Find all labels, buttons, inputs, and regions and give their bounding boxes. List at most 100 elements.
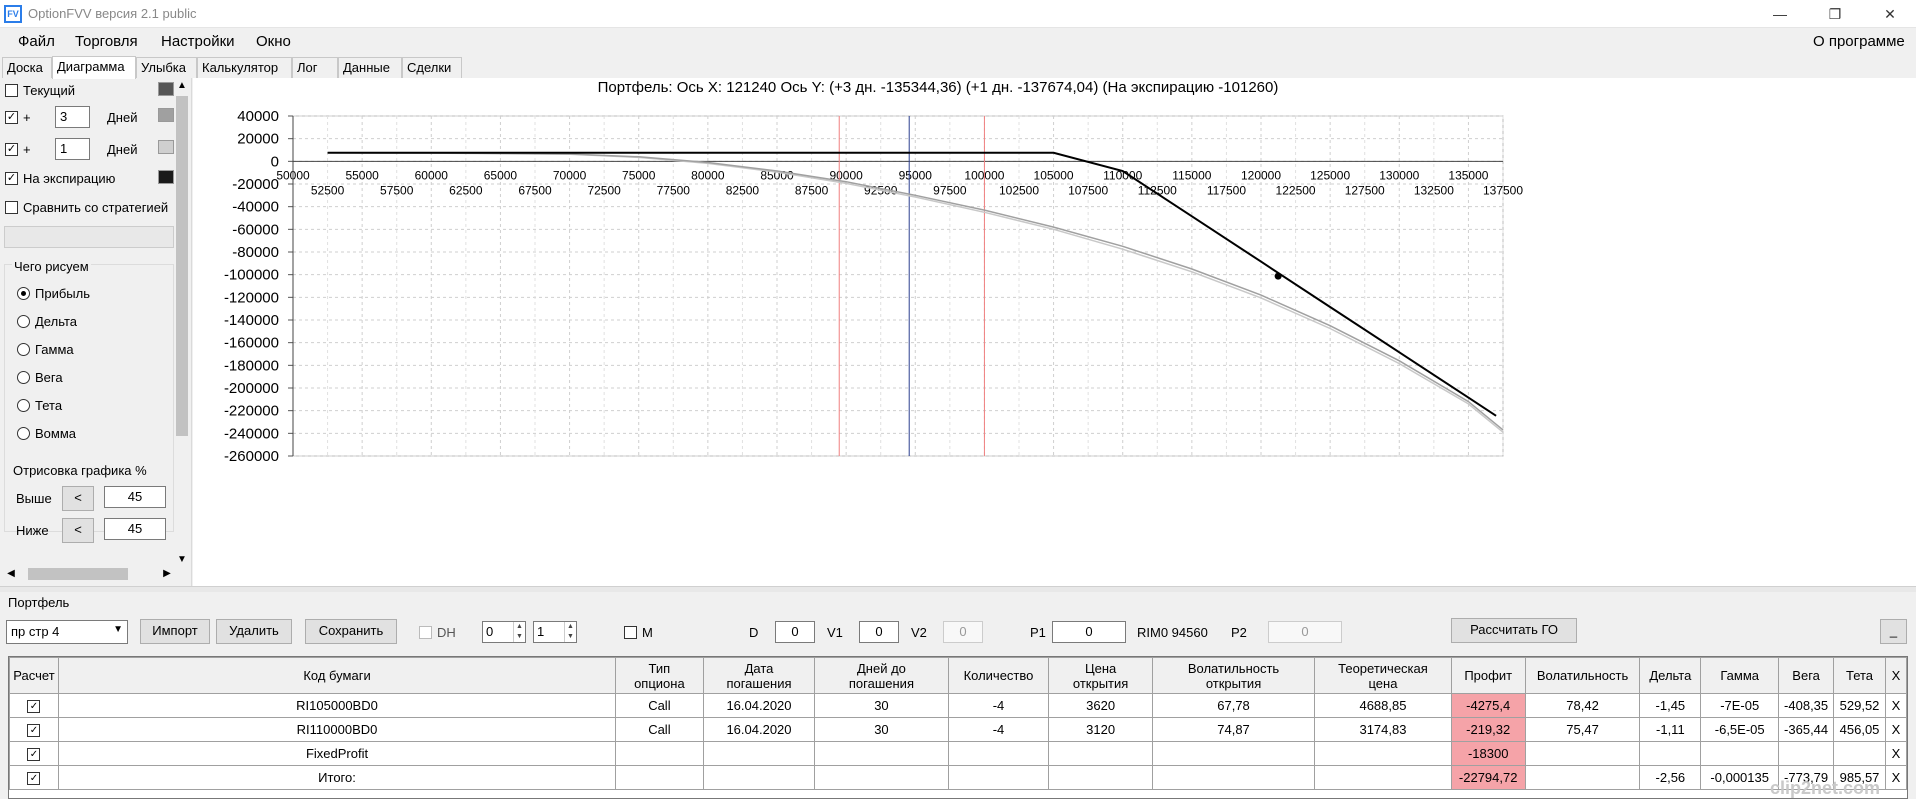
days2-input[interactable]: 1 xyxy=(55,138,90,160)
menu-window[interactable]: Окно xyxy=(256,33,291,50)
column-header-days-to-expiry[interactable]: Дней до погашения xyxy=(814,657,949,694)
m-checkbox[interactable] xyxy=(624,626,637,639)
days2-checkbox[interactable]: ✓ xyxy=(5,143,18,156)
d-input[interactable]: 0 xyxy=(775,621,815,643)
days1-color-swatch[interactable] xyxy=(158,108,174,122)
table-row[interactable]: ✓ RI105000BD0 Call 16.04.2020 30 -4 3620 67,78 4… xyxy=(9,693,1907,718)
import-button[interactable]: Импорт xyxy=(140,619,210,644)
menu-file[interactable]: Файл xyxy=(18,33,55,50)
below-decrease-button[interactable]: < xyxy=(62,518,94,543)
render-percent-title: Отрисовка графика % xyxy=(13,463,147,478)
table-row[interactable]: ✓ RI110000BD0 Call 16.04.2020 30 -4 3120 74,87 3… xyxy=(9,717,1907,742)
days1-input[interactable]: 3 xyxy=(55,106,90,128)
expiry-checkbox[interactable]: ✓ xyxy=(5,172,18,185)
tab-data[interactable]: Данные xyxy=(338,57,402,78)
column-header-open-volatility[interactable]: Волатильность открытия xyxy=(1151,657,1316,694)
cell-x[interactable]: X xyxy=(1884,717,1907,742)
current-checkbox[interactable] xyxy=(5,84,18,97)
p1-input[interactable]: 0 xyxy=(1052,621,1126,643)
column-header-vega[interactable]: Вега xyxy=(1778,657,1835,694)
column-header-profit[interactable]: Профит xyxy=(1450,657,1526,694)
row-calc-cell[interactable]: ✓ xyxy=(9,693,59,718)
tab-log[interactable]: Лог xyxy=(292,57,338,78)
minimize-window-button[interactable]: — xyxy=(1760,2,1800,26)
table-row[interactable]: ✓ Итого: -22794,72 -2,56 -0,000135 -773,79 985… xyxy=(9,765,1907,790)
column-header-gamma[interactable]: Гамма xyxy=(1700,657,1780,694)
row-calc-checkbox[interactable]: ✓ xyxy=(27,772,41,786)
column-header-code[interactable]: Код бумаги xyxy=(57,657,617,694)
v2-input[interactable]: 0 xyxy=(943,621,983,643)
menu-settings[interactable]: Настройки xyxy=(161,33,235,50)
cell-x[interactable]: X xyxy=(1884,765,1907,790)
tab-smile[interactable]: Улыбка xyxy=(136,57,197,78)
scroll-down-icon[interactable]: ▼ xyxy=(174,552,190,568)
horizontal-scroll-thumb[interactable] xyxy=(28,568,128,580)
cell-x[interactable]: X xyxy=(1884,741,1907,766)
column-header-volatility[interactable]: Волатильность xyxy=(1524,657,1641,694)
column-header-quantity[interactable]: Количество xyxy=(947,657,1050,694)
collapse-portfolio-button[interactable]: _ xyxy=(1880,619,1907,644)
left-panel-vertical-scrollbar[interactable]: ▲ ▼ xyxy=(174,78,190,568)
calculate-margin-button[interactable]: Рассчитать ГО xyxy=(1451,618,1577,643)
delete-button[interactable]: Удалить xyxy=(216,619,292,644)
column-header-delta[interactable]: Дельта xyxy=(1639,657,1702,694)
column-header-calc[interactable]: Расчет xyxy=(9,657,59,694)
row-calc-checkbox[interactable]: ✓ xyxy=(27,700,41,714)
table-row[interactable]: ✓ FixedProfit -18300 X xyxy=(9,741,1907,766)
radio-gamma[interactable] xyxy=(17,343,30,356)
radio-vomma[interactable] xyxy=(17,427,30,440)
tab-calculator[interactable]: Калькулятор xyxy=(197,57,292,78)
spin1-arrows-icon[interactable]: ▲ ▼ xyxy=(513,622,525,642)
days2-color-swatch[interactable] xyxy=(158,140,174,154)
p2-input[interactable]: 0 xyxy=(1268,621,1342,643)
cell-price xyxy=(1048,741,1153,766)
compare-checkbox[interactable] xyxy=(5,201,18,214)
column-header-theoretical-price[interactable]: Теоретическая цена xyxy=(1314,657,1452,694)
menu-trading[interactable]: Торговля xyxy=(75,33,138,50)
tab-board[interactable]: Доска xyxy=(2,57,52,78)
row-calc-cell[interactable]: ✓ xyxy=(9,741,59,766)
above-decrease-button[interactable]: < xyxy=(62,486,94,511)
row-calc-checkbox[interactable]: ✓ xyxy=(27,724,41,738)
scroll-up-icon[interactable]: ▲ xyxy=(174,78,190,94)
below-percent-input[interactable]: 45 xyxy=(104,518,166,540)
cell-date: 16.04.2020 xyxy=(702,693,816,718)
column-header-open-price[interactable]: Цена открытия xyxy=(1048,657,1153,694)
spin2-arrows-icon[interactable]: ▲ ▼ xyxy=(564,622,576,642)
column-header-theta[interactable]: Тета xyxy=(1833,657,1886,694)
tab-diagram[interactable]: Диаграмма xyxy=(52,56,136,79)
close-window-button[interactable]: ✕ xyxy=(1870,2,1910,26)
column-header-remove[interactable]: X xyxy=(1884,657,1907,694)
panel-splitter[interactable] xyxy=(0,586,1916,592)
scroll-left-icon[interactable]: ◀ xyxy=(4,566,18,582)
column-header-option-type[interactable]: Тип опциона xyxy=(615,657,704,694)
spin1-input[interactable]: 0 ▲ ▼ xyxy=(482,621,526,643)
days1-checkbox[interactable]: ✓ xyxy=(5,111,18,124)
radio-profit[interactable] xyxy=(17,287,30,300)
above-percent-input[interactable]: 45 xyxy=(104,486,166,508)
spin2-input[interactable]: 1 ▲ ▼ xyxy=(533,621,577,643)
v1-input[interactable]: 0 xyxy=(859,621,899,643)
cell-date: 16.04.2020 xyxy=(702,717,816,742)
dh-checkbox[interactable] xyxy=(419,626,432,639)
left-panel-horizontal-scrollbar[interactable]: ◀ ▶ xyxy=(4,566,174,582)
row-calc-cell[interactable]: ✓ xyxy=(9,717,59,742)
tab-deals[interactable]: Сделки xyxy=(402,57,462,78)
scroll-right-icon[interactable]: ▶ xyxy=(160,566,174,582)
radio-vega[interactable] xyxy=(17,371,30,384)
save-button[interactable]: Сохранить xyxy=(305,619,397,644)
strategy-select[interactable] xyxy=(4,226,174,248)
expiry-color-swatch[interactable] xyxy=(158,170,174,184)
column-header-expiry-date[interactable]: Дата погашения xyxy=(702,657,816,694)
x-tick-label-upper: 80000 xyxy=(691,168,725,182)
maximize-window-button[interactable]: ❐ xyxy=(1815,2,1855,26)
radio-delta[interactable] xyxy=(17,315,30,328)
current-color-swatch[interactable] xyxy=(158,82,174,96)
menu-about[interactable]: О программе xyxy=(1813,33,1905,50)
cell-x[interactable]: X xyxy=(1884,693,1907,718)
row-calc-cell[interactable]: ✓ xyxy=(9,765,59,790)
portfolio-select[interactable]: пр стр 4 ▼ xyxy=(6,620,128,644)
vertical-scroll-thumb[interactable] xyxy=(176,96,188,436)
radio-theta[interactable] xyxy=(17,399,30,412)
row-calc-checkbox[interactable]: ✓ xyxy=(27,748,41,762)
